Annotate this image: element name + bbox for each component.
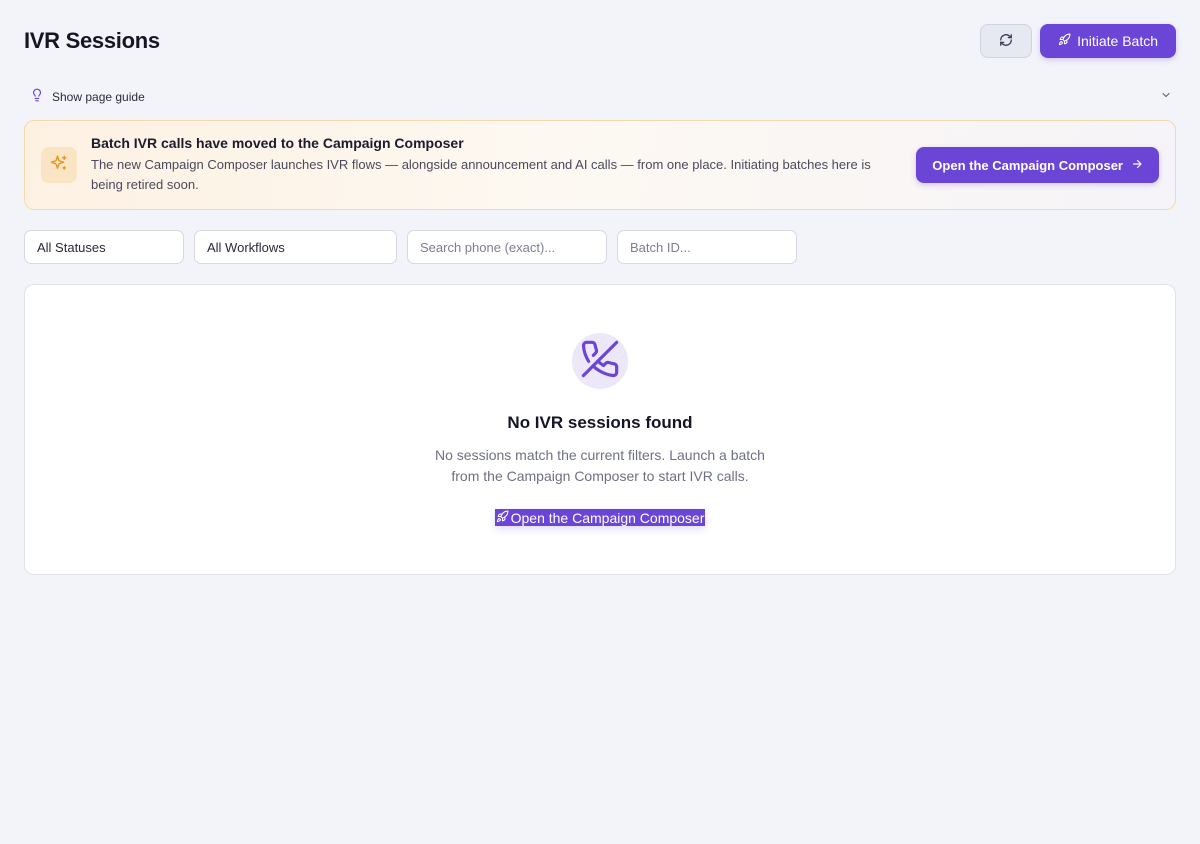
empty-state-link-label: Open the Campaign Composer (510, 509, 705, 526)
arrow-right-icon (1131, 158, 1143, 173)
sparkles-icon (50, 154, 68, 177)
phone-search-input[interactable] (420, 239, 594, 255)
initiate-batch-button[interactable]: Initiate Batch (1040, 24, 1176, 58)
banner-button-label: Open the Campaign Composer (932, 157, 1123, 173)
workflow-filter-select[interactable]: All Workflows (194, 230, 397, 264)
workflow-filter-value: All Workflows (207, 239, 285, 255)
status-filter-select[interactable]: All Statuses (24, 230, 184, 264)
initiate-batch-label: Initiate Batch (1077, 33, 1158, 49)
sessions-card: No IVR sessions found No sessions match … (24, 284, 1176, 575)
rocket-icon (496, 510, 509, 526)
batch-id-field (617, 230, 797, 264)
empty-state-composer-link[interactable]: Open the Campaign Composer (494, 509, 706, 526)
phone-search-field (407, 230, 607, 264)
guide-left: Show page guide (24, 87, 145, 108)
rocket-icon (1058, 33, 1071, 49)
empty-state-description: No sessions match the current filters. L… (435, 447, 765, 484)
lightbulb-icon (30, 87, 44, 108)
banner-body: The new Campaign Composer launches IVR f… (91, 157, 871, 192)
page-title: IVR Sessions (24, 28, 160, 53)
header-actions: Initiate Batch (980, 24, 1176, 58)
guide-label: Show page guide (52, 90, 145, 104)
batch-id-input[interactable] (630, 239, 784, 255)
refresh-button[interactable] (980, 24, 1033, 58)
migration-banner: Batch IVR calls have moved to the Campai… (24, 120, 1176, 210)
status-filter-value: All Statuses (37, 239, 106, 255)
filters-bar: All Statuses All Workflows (24, 230, 797, 264)
empty-state: No IVR sessions found No sessions match … (25, 333, 1175, 526)
open-campaign-composer-button[interactable]: Open the Campaign Composer (916, 147, 1159, 183)
banner-title: Batch IVR calls have moved to the Campai… (91, 135, 464, 151)
refresh-icon (999, 33, 1013, 50)
banner-text: Batch IVR calls have moved to the Campai… (91, 135, 916, 195)
banner-icon-box (41, 147, 77, 183)
empty-state-title: No IVR sessions found (507, 413, 693, 432)
chevron-down-icon (1160, 88, 1176, 106)
phone-off-icon (580, 339, 620, 384)
page: IVR Sessions Initiate Batch Show page gu… (0, 0, 1200, 844)
empty-icon-circle (572, 333, 628, 389)
page-header: IVR Sessions Initiate Batch (24, 24, 1176, 58)
page-guide-toggle[interactable]: Show page guide (24, 86, 1176, 108)
